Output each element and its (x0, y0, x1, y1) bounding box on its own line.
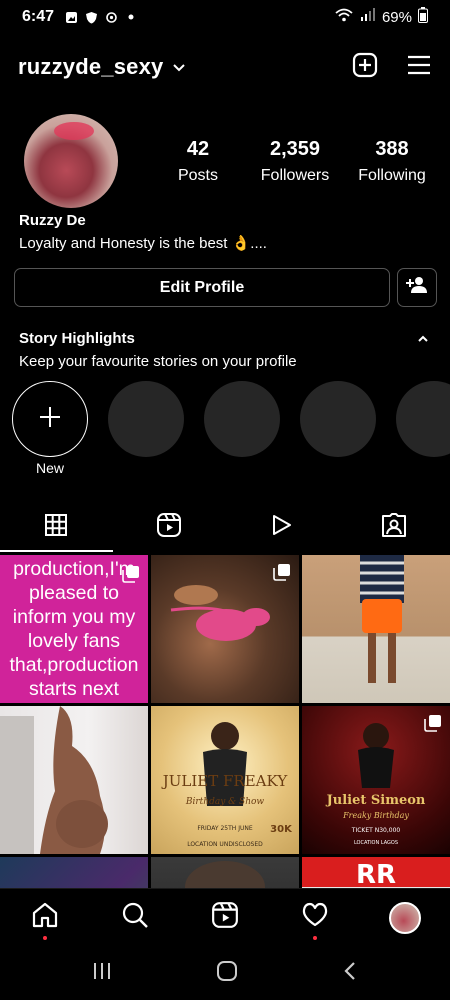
highlight-placeholder (300, 381, 376, 457)
followers-stat[interactable]: 2,359 Followers (247, 138, 343, 185)
notification-dot (43, 935, 47, 940)
discover-people-button[interactable] (397, 268, 437, 307)
bottom-navigation (0, 888, 450, 946)
profile-avatar[interactable] (24, 114, 118, 208)
highlight-placeholder (108, 381, 184, 457)
nav-home[interactable] (25, 898, 65, 940)
following-count: 388 (375, 138, 409, 160)
post-tile[interactable] (0, 706, 148, 854)
profile-bio: Loyalty and Honesty is the best 👌.... (19, 235, 267, 252)
status-bar: 6:47 69% (0, 0, 450, 34)
highlights-subtitle: Keep your favourite stories on your prof… (19, 353, 297, 370)
flyer-subtitle: Birthday & Show (185, 797, 265, 807)
post-tile[interactable]: production,I'm pleased to inform you my … (0, 555, 148, 703)
highlight-placeholder (204, 381, 280, 457)
tab-tagged[interactable] (338, 505, 450, 549)
search-icon (121, 901, 149, 934)
nav-activity[interactable] (295, 898, 335, 940)
flyer-ticket: TICKET N30,000 (351, 827, 401, 834)
post-image (0, 706, 108, 854)
multiple-images-icon (273, 563, 291, 581)
post-image: RR (302, 857, 450, 888)
play-icon (269, 513, 293, 542)
nav-search[interactable] (115, 898, 155, 938)
edit-profile-button[interactable]: Edit Profile (14, 268, 390, 307)
sync-icon (104, 10, 118, 24)
flyer-date: FRIDAY 25TH JUNE (197, 825, 252, 832)
profile-name: Ruzzy De (19, 212, 86, 229)
new-highlight-button[interactable] (12, 381, 88, 457)
post-image (185, 861, 265, 888)
posts-stat[interactable]: 42 Posts (150, 138, 246, 185)
tab-reels[interactable] (113, 505, 226, 549)
menu-icon[interactable] (406, 54, 432, 81)
add-person-icon (406, 276, 428, 299)
post-image: JULIET FREAKY Birthday & Show FRIDAY 25T… (161, 722, 293, 848)
plus-icon (38, 405, 62, 434)
post-tile[interactable]: Juliet Simeon Freaky Birthday TICKET N30… (302, 706, 450, 854)
gallery-icon (64, 10, 78, 24)
flyer-title: Juliet Simeon (326, 793, 426, 808)
multiple-images-icon (424, 714, 442, 732)
nav-reels[interactable] (205, 898, 245, 938)
reels-icon (156, 512, 182, 543)
profile-tabs (0, 505, 450, 552)
home-button-icon[interactable] (216, 960, 238, 987)
home-icon (31, 901, 59, 934)
signal-icon (360, 8, 376, 26)
profile-stats: 42 Posts 2,359 Followers 388 Following (150, 138, 440, 185)
posts-grid: production,I'm pleased to inform you my … (0, 555, 450, 888)
tab-videos[interactable] (225, 505, 338, 549)
post-tile[interactable] (0, 857, 148, 888)
highlights-title: Story Highlights (19, 330, 135, 347)
recent-apps-icon[interactable] (91, 961, 113, 986)
post-tile[interactable] (151, 555, 299, 703)
heart-icon (301, 901, 329, 934)
nav-profile[interactable] (385, 898, 425, 938)
post-tile[interactable]: RR (302, 857, 450, 888)
tab-posts-grid[interactable] (0, 505, 113, 552)
collapse-icon[interactable] (416, 332, 430, 346)
highlight-placeholder (396, 381, 450, 457)
followers-label: Followers (260, 167, 330, 184)
posts-label: Posts (177, 167, 218, 184)
posts-count: 42 (186, 138, 210, 160)
post-tile[interactable]: JULIET FREAKY Birthday & Show FRIDAY 25T… (151, 706, 299, 854)
battery-icon (418, 7, 428, 27)
system-navigation (0, 946, 450, 1000)
post-text: RR (356, 860, 396, 888)
battery-label: 69% (381, 8, 412, 26)
post-image (360, 555, 404, 683)
grid-icon (44, 513, 68, 542)
wifi-icon (334, 7, 354, 27)
following-label: Following (358, 167, 426, 184)
profile-header: ruzzyde_sexy (0, 44, 450, 90)
flyer-location: LOCATION LAGOS (354, 840, 398, 846)
post-tile[interactable] (302, 555, 450, 703)
username-title[interactable]: ruzzyde_sexy (18, 54, 164, 80)
flyer-title: JULIET FREAKY (161, 772, 289, 790)
following-stat[interactable]: 388 Following (344, 138, 440, 185)
post-tile[interactable] (151, 857, 299, 888)
profile-avatar-small (389, 901, 421, 934)
chevron-down-icon[interactable] (172, 60, 186, 74)
tagged-icon (381, 512, 407, 543)
reels-icon (211, 901, 239, 934)
notification-dot (313, 935, 317, 940)
flyer-price: 30K (270, 824, 293, 835)
new-highlight-label: New (36, 460, 65, 476)
status-time: 6:47 (22, 8, 55, 25)
back-icon[interactable] (341, 960, 359, 987)
dot-icon (124, 10, 138, 24)
multiple-images-icon (122, 563, 140, 583)
create-post-icon[interactable] (352, 52, 378, 83)
flyer-location: LOCATION UNDISCLOSED (187, 841, 263, 848)
followers-count: 2,359 (269, 138, 321, 160)
shield-icon (84, 10, 98, 24)
flyer-subtitle: Freaky Birthday (342, 811, 409, 820)
